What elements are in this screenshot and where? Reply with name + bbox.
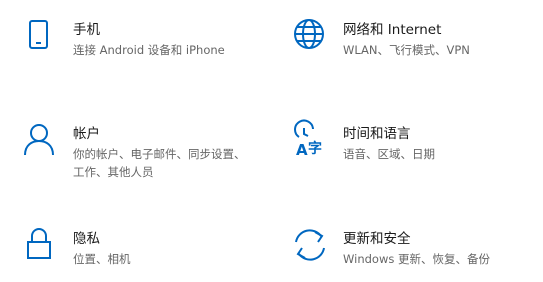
- settings-tile-network[interactable]: 网络和 Internet WLAN、飞行模式、VPN: [294, 19, 525, 69]
- svg-text:A: A: [296, 141, 308, 159]
- language-icon: A 字: [294, 119, 329, 165]
- settings-tile-phone[interactable]: 手机 连接 Android 设备和 iPhone: [25, 20, 255, 69]
- person-icon: [24, 124, 59, 165]
- tile-title: 网络和 Internet: [343, 22, 442, 38]
- lock-icon: [25, 228, 59, 270]
- tile-title: 时间和语言: [343, 126, 411, 142]
- tile-title: 手机: [73, 22, 100, 38]
- tile-title: 隐私: [73, 231, 100, 247]
- tile-description: WLAN、飞行模式、VPN: [343, 43, 470, 57]
- tile-title: 更新和安全: [343, 231, 411, 247]
- tile-description: 语音、区域、日期: [343, 147, 435, 161]
- globe-icon: [294, 19, 329, 61]
- tile-description: 位置、相机: [73, 252, 131, 266]
- settings-tile-accounts[interactable]: 帐户 你的帐户、电子邮件、同步设置、工作、其他人员: [24, 124, 255, 187]
- sync-icon: [295, 229, 329, 270]
- settings-tile-privacy[interactable]: 隐私 位置、相机: [25, 228, 255, 278]
- svg-text:字: 字: [308, 140, 322, 157]
- phone-icon: [25, 20, 59, 61]
- tile-title: 帐户: [73, 126, 100, 142]
- tile-description: 你的帐户、电子邮件、同步设置、工作、其他人员: [73, 147, 246, 179]
- settings-tile-update-security[interactable]: 更新和安全 Windows 更新、恢复、备份: [295, 229, 525, 278]
- tile-description: Windows 更新、恢复、备份: [343, 252, 490, 266]
- settings-tile-time-language[interactable]: A 字 时间和语言 语音、区域、日期: [294, 119, 525, 173]
- tile-description: 连接 Android 设备和 iPhone: [73, 43, 225, 57]
